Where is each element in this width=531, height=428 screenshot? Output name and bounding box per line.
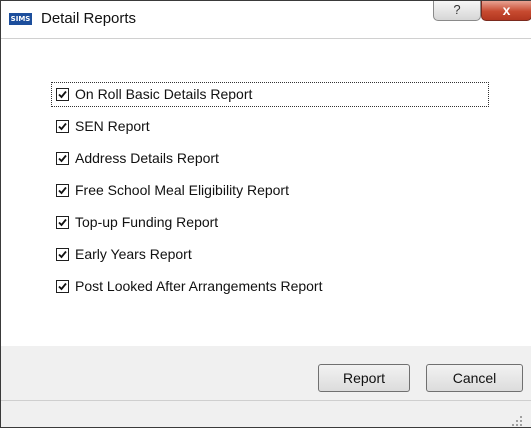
checkmark-icon [58,250,67,259]
report-label: Early Years Report [75,246,192,262]
resize-grip-icon[interactable] [512,416,522,426]
report-label: Top-up Funding Report [75,214,219,230]
report-label: Address Details Report [75,150,219,166]
checkmark-icon [58,218,67,227]
checkbox-early-years[interactable] [56,248,69,261]
help-icon: ? [453,2,461,17]
checkbox-sen[interactable] [56,120,69,133]
checkmark-icon [58,122,67,131]
checkbox-free-school-meal[interactable] [56,184,69,197]
status-bar [1,400,531,427]
checkmark-icon [58,154,67,163]
window-title: Detail Reports [41,10,137,27]
report-button[interactable]: Report [318,364,410,392]
checkmark-icon [58,186,67,195]
report-label: Post Looked After Arrangements Report [75,278,323,294]
report-label: On Roll Basic Details Report [75,86,253,102]
report-label: Free School Meal Eligibility Report [75,182,289,198]
checkbox-on-roll-basic-details[interactable] [56,88,69,101]
checkmark-icon [58,90,67,99]
close-icon: x [502,2,511,18]
checkbox-address-details[interactable] [56,152,69,165]
close-button[interactable]: x [481,1,531,21]
checkmark-icon [58,282,67,291]
detail-reports-dialog: SIMS Detail Reports ? x On Roll Basic De… [0,0,531,428]
title-bar: SIMS Detail Reports ? x [1,1,531,39]
cancel-button[interactable]: Cancel [426,364,523,392]
help-button[interactable]: ? [433,1,481,21]
checkbox-top-up-funding[interactable] [56,216,69,229]
checkbox-post-looked-after[interactable] [56,280,69,293]
report-label: SEN Report [75,118,150,134]
sims-app-icon: SIMS [9,13,32,25]
